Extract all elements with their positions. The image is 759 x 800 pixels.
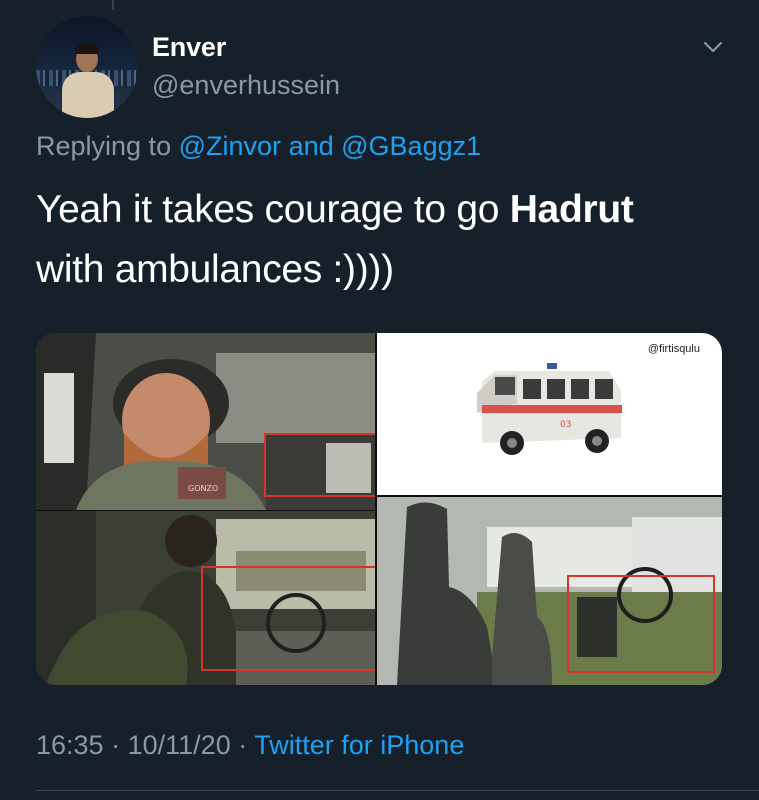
media-panel-soldier-in-vehicle: GONZO	[36, 333, 375, 510]
reply-mention-and[interactable]: and	[289, 131, 334, 161]
author-name[interactable]: Enver	[152, 32, 226, 63]
tweet-media-collage[interactable]: GONZO @firtisqulu 03	[36, 333, 722, 685]
chevron-down-icon[interactable]	[700, 34, 726, 60]
highlight-box-2	[201, 566, 375, 671]
ambulance-illustration: 03	[477, 363, 622, 455]
replying-to: Replying to @Zinvor and @GBaggz1	[36, 131, 481, 162]
tweet-timestamp: 16:35 · 10/11/20 · Twitter for iPhone	[36, 730, 464, 761]
divider	[36, 790, 759, 791]
tweet-text-after: with ambulances :))))	[36, 248, 394, 291]
highlight-box-3	[567, 575, 715, 673]
ambulance-number: 03	[560, 420, 571, 430]
avatar-person-body	[62, 72, 114, 118]
media-panel-ambulance: @firtisqulu 03	[377, 333, 722, 495]
tweet-text-before: Yeah it takes courage to go	[36, 188, 510, 231]
vest-badge-text: GONZO	[188, 484, 218, 493]
separator-1: ·	[111, 730, 121, 760]
reply-mention-gbaggz1[interactable]: @GBaggz1	[341, 131, 481, 161]
tweet-text-bold: Hadrut	[509, 188, 634, 231]
media-panel-ambulance-interior	[377, 497, 722, 685]
reply-mention-zinvor[interactable]: @Zinvor	[179, 131, 281, 161]
avatar[interactable]	[36, 16, 138, 118]
watermark: @firtisqulu	[647, 343, 700, 355]
tweet-text: Yeah it takes courage to go Hadrut with …	[36, 180, 736, 300]
tweet-time[interactable]: 16:35	[36, 730, 104, 760]
thread-connector-line	[112, 0, 114, 10]
replying-prefix: Replying to	[36, 131, 172, 161]
separator-2: ·	[238, 730, 248, 760]
media-panel-driver	[36, 511, 375, 685]
highlight-box-1	[264, 433, 375, 497]
avatar-person-hair	[75, 43, 99, 54]
author-handle[interactable]: @enverhussein	[152, 70, 340, 101]
tweet-date[interactable]: 10/11/20	[128, 730, 231, 760]
tweet-source-link[interactable]: Twitter for iPhone	[254, 730, 464, 760]
